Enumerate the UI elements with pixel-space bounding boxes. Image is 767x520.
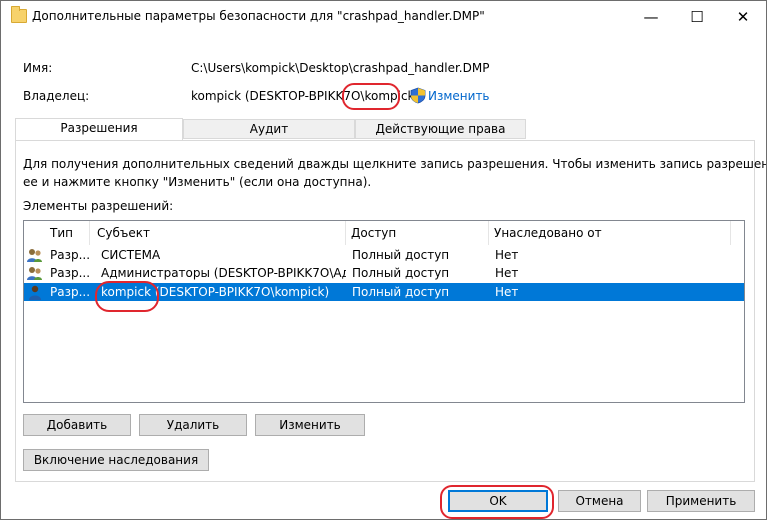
- column-header-inherited[interactable]: Унаследовано от: [494, 221, 602, 245]
- minimize-button[interactable]: —: [628, 1, 674, 33]
- row-inherited: Нет: [495, 248, 519, 262]
- column-header-type[interactable]: Тип: [50, 221, 73, 245]
- row-type: Разр...: [50, 248, 91, 262]
- header-divider[interactable]: [345, 221, 346, 245]
- enable-inheritance-button[interactable]: Включение наследования: [23, 449, 209, 471]
- row-access: Полный доступ: [352, 285, 450, 299]
- row-inherited: Нет: [495, 285, 519, 299]
- remove-button[interactable]: Удалить: [139, 414, 247, 436]
- row-type: Разр...: [50, 285, 91, 299]
- users-group-icon: [27, 267, 42, 280]
- entries-label: Элементы разрешений:: [23, 199, 174, 213]
- owner-label: Владелец:: [23, 89, 90, 103]
- folder-icon: [11, 6, 27, 23]
- table-row[interactable]: Разр... Администраторы (DESKTOP-BPIKK7O\…: [24, 264, 744, 282]
- row-inherited: Нет: [495, 266, 519, 280]
- column-header-subject[interactable]: Субъект: [97, 221, 150, 245]
- close-button[interactable]: ✕: [720, 1, 766, 33]
- tab-bar: Разрешения Аудит Действующие права досту…: [15, 118, 755, 154]
- row-access: Полный доступ: [352, 248, 450, 262]
- header-divider[interactable]: [488, 221, 489, 245]
- tab-permissions[interactable]: Разрешения: [15, 118, 183, 140]
- column-header-access[interactable]: Доступ: [351, 221, 396, 245]
- name-value: C:\Users\kompick\Desktop\crashpad_handle…: [191, 61, 490, 75]
- row-subject: Администраторы (DESKTOP-BPIKK7O\Адм...: [101, 266, 346, 280]
- annotation-oval-subject: [95, 281, 159, 312]
- maximize-button[interactable]: ☐: [674, 1, 720, 33]
- info-text-line2: ее и нажмите кнопку "Изменить" (если она…: [23, 175, 372, 189]
- security-dialog: Дополнительные параметры безопасности дл…: [0, 0, 767, 520]
- owner-value-prefix: kompick (DESKTOP-BPIKK7O\: [191, 89, 365, 103]
- table-row[interactable]: Разр... СИСТЕМА Полный доступ Нет: [24, 246, 744, 264]
- row-access: Полный доступ: [352, 266, 450, 280]
- row-type: Разр...: [50, 266, 91, 280]
- user-icon: [29, 285, 41, 300]
- add-button[interactable]: Добавить: [23, 414, 131, 436]
- cancel-button[interactable]: Отмена: [558, 490, 641, 512]
- annotation-oval-owner: [342, 83, 400, 110]
- window-title: Дополнительные параметры безопасности дл…: [32, 9, 485, 23]
- apply-button[interactable]: Применить: [647, 490, 755, 512]
- title-bar: Дополнительные параметры безопасности дл…: [1, 1, 766, 33]
- change-owner-link[interactable]: Изменить: [428, 89, 490, 103]
- edit-button[interactable]: Изменить: [255, 414, 365, 436]
- tab-effective-access[interactable]: Действующие права доступа: [355, 119, 526, 154]
- row-subject: СИСТЕМА: [101, 248, 161, 262]
- users-group-icon: [27, 249, 42, 262]
- annotation-oval-ok: [440, 485, 554, 519]
- uac-shield-icon: [410, 87, 426, 104]
- name-label: Имя:: [23, 61, 53, 75]
- tab-audit[interactable]: Аудит: [183, 119, 355, 139]
- header-divider[interactable]: [730, 221, 731, 245]
- header-divider[interactable]: [89, 221, 90, 245]
- info-text-line1: Для получения дополнительных сведений дв…: [23, 157, 767, 171]
